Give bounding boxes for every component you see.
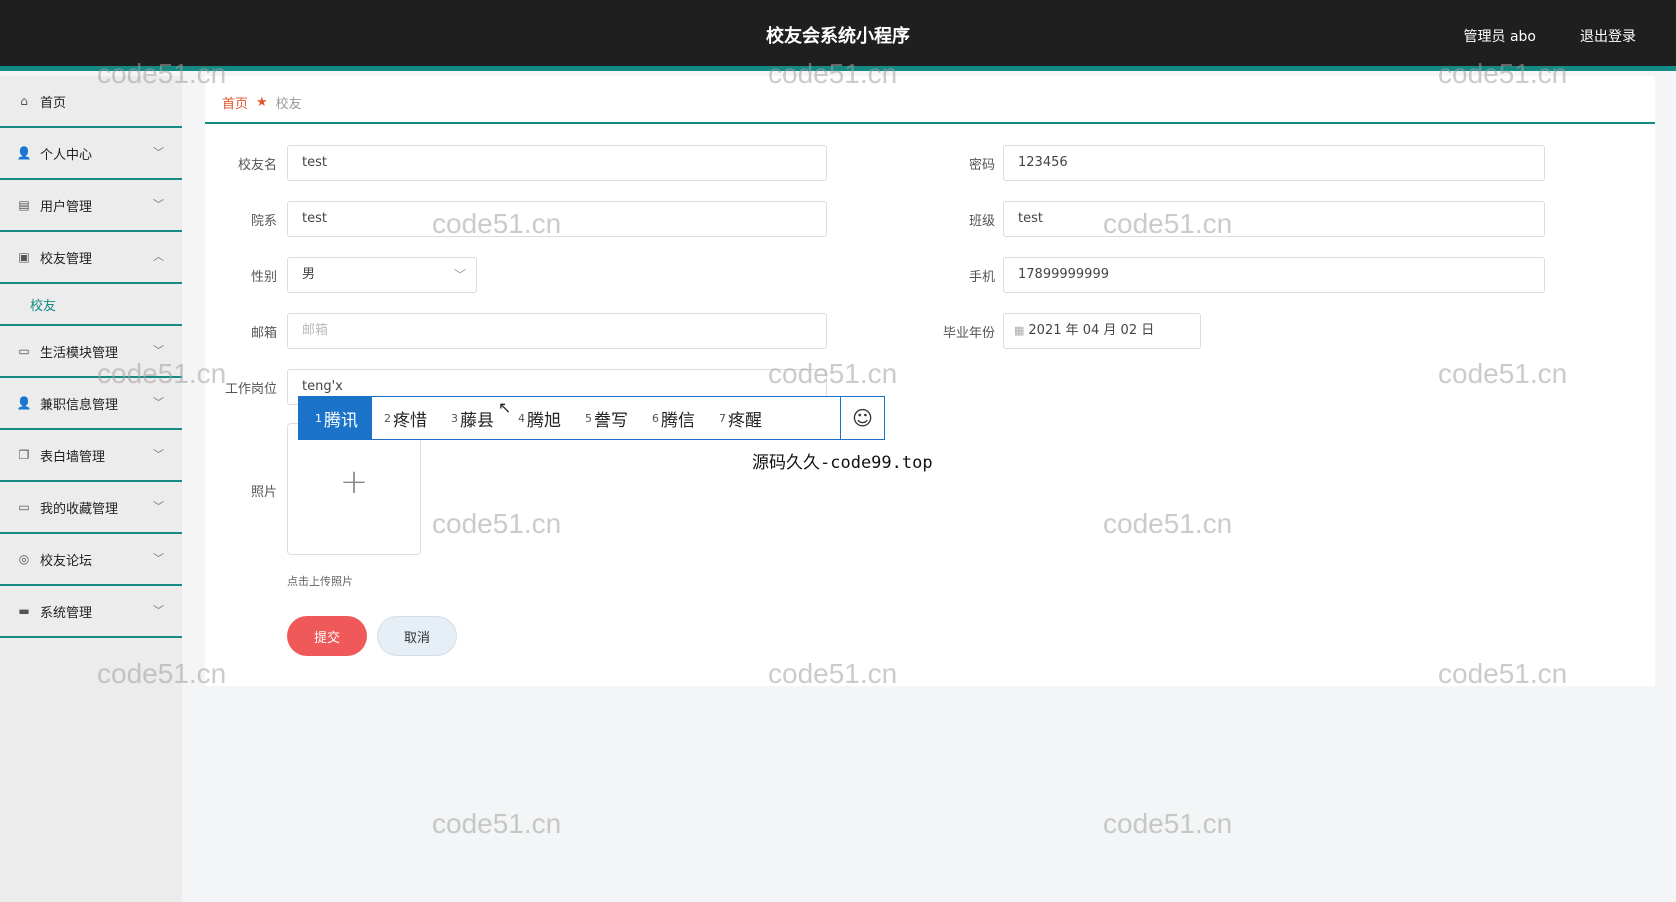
chevron-down-icon: ﹀ <box>153 344 164 357</box>
ime-candidate[interactable]: 5 誊写 <box>573 397 640 439</box>
clipboard-icon: ▣ <box>18 250 30 264</box>
ime-candidate[interactable]: 2 疼惜 <box>372 397 439 439</box>
calendar-icon: ▦ <box>1014 324 1025 337</box>
chevron-down-icon: ﹀ <box>153 198 164 211</box>
sidebar-subitem-alumni[interactable]: 校友 <box>0 284 182 326</box>
name-input[interactable]: test <box>287 145 827 181</box>
emoji-icon[interactable]: ☺ <box>840 397 884 439</box>
ime-candidate[interactable]: 1 腾讯 <box>299 397 372 439</box>
ime-candidate[interactable]: 3 藤县 <box>439 397 506 439</box>
photo-upload[interactable]: + <box>287 423 421 555</box>
gender-value: 男 <box>302 267 316 282</box>
user-info: 管理员 abo <box>1463 29 1536 45</box>
ime-candidate[interactable]: 7 疼醒 <box>707 397 774 439</box>
cancel-button[interactable]: 取消 <box>377 616 457 656</box>
breadcrumb: 首页 ★ 校友 <box>222 93 302 112</box>
message-icon: ▭ <box>18 500 30 514</box>
chevron-down-icon: ﹀ <box>153 604 164 617</box>
card-icon: ▭ <box>18 344 30 358</box>
breadcrumb-current: 校友 <box>275 97 302 112</box>
main-panel: 首页 ★ 校友 校友名 test 密码 123456 院系 test 班级 te… <box>205 76 1655 686</box>
phone-label: 手机 <box>968 270 995 285</box>
mouse-cursor-icon: ↖ <box>498 398 512 417</box>
sidebar-item-label: 系统管理 <box>40 605 93 621</box>
department-label: 院系 <box>250 214 277 229</box>
watermark: code51.cn <box>432 808 562 839</box>
sidebar-item-alumni-forum[interactable]: ◎ 校友论坛 ﹀ <box>0 534 182 586</box>
sidebar-item-part-time-jobs[interactable]: 👤 兼职信息管理 ﹀ <box>0 378 182 430</box>
chevron-up-icon: ︿ <box>153 250 164 263</box>
overlay-caption: 源码久久-code99.top <box>752 453 933 473</box>
top-bar: 校友会系统小程序 管理员 abo 退出登录 <box>0 0 1676 71</box>
graduation-date-picker[interactable]: ▦ 2021 年 04 月 02 日 <box>1003 313 1201 349</box>
sidebar-item-label: 个人中心 <box>40 147 93 163</box>
sidebar-item-system-management[interactable]: ▬ 系统管理 ﹀ <box>0 586 182 638</box>
ime-candidate[interactable]: 4 腾旭 <box>506 397 573 439</box>
job-label: 工作岗位 <box>224 382 277 397</box>
gender-select[interactable]: 男 ﹀ <box>287 257 477 293</box>
chevron-down-icon: ﹀ <box>153 500 164 513</box>
user-icon: 👤 <box>16 396 32 410</box>
copy-icon: ❐ <box>18 448 30 462</box>
briefcase-icon: ▤ <box>18 198 30 212</box>
name-label: 校友名 <box>237 158 277 173</box>
breadcrumb-home[interactable]: 首页 <box>222 93 248 112</box>
gender-label: 性别 <box>250 270 277 285</box>
logout-button[interactable]: 退出登录 <box>1580 26 1636 46</box>
sidebar-item-alumni-management[interactable]: ▣ 校友管理 ︿ <box>0 232 182 284</box>
sidebar-item-user-management[interactable]: ▤ 用户管理 ﹀ <box>0 180 182 232</box>
app-title: 校友会系统小程序 <box>766 26 910 47</box>
sidebar: ⌂ 首页 👤 个人中心 ﹀ ▤ 用户管理 ﹀ ▣ 校友管理 ︿ 校友 ▭ 生活模块管理 ﹀ 👤 兼职… <box>0 76 182 902</box>
ime-candidate[interactable]: 6 腾信 <box>640 397 707 439</box>
upload-hint: 点击上传照片 <box>287 575 353 588</box>
chevron-down-icon: ﹀ <box>153 396 164 409</box>
class-input[interactable]: test <box>1003 201 1545 237</box>
photo-label: 照片 <box>250 485 277 500</box>
home-icon: ⌂ <box>20 94 28 108</box>
sidebar-item-label: 我的收藏管理 <box>40 501 119 517</box>
sidebar-item-confession-wall[interactable]: ❐ 表白墙管理 ﹀ <box>0 430 182 482</box>
sidebar-item-label: 兼职信息管理 <box>40 397 119 413</box>
password-input[interactable]: 123456 <box>1003 145 1545 181</box>
sidebar-item-life-module[interactable]: ▭ 生活模块管理 ﹀ <box>0 326 182 378</box>
chevron-down-icon: ﹀ <box>153 146 164 159</box>
sidebar-item-personal-center[interactable]: 👤 个人中心 ﹀ <box>0 128 182 180</box>
chevron-down-icon: ﹀ <box>153 552 164 565</box>
settings-icon: ▬ <box>18 604 30 618</box>
sidebar-item-label: 表白墙管理 <box>40 449 106 465</box>
watermark: code51.cn <box>1103 808 1233 839</box>
submit-button[interactable]: 提交 <box>287 616 367 656</box>
ime-candidate-bar: 1 腾讯 2 疼惜 3 藤县 4 腾旭 5 誊写 6 腾信 7 疼醒 ☺ <box>298 396 885 440</box>
plus-icon: + <box>339 462 369 502</box>
breadcrumb-divider <box>205 122 1655 124</box>
sidebar-item-label: 校友论坛 <box>40 553 93 569</box>
class-label: 班级 <box>968 214 995 229</box>
sidebar-item-label: 校友管理 <box>40 251 93 267</box>
user-icon: 👤 <box>16 146 32 160</box>
department-input[interactable]: test <box>287 201 827 237</box>
sidebar-item-label: 用户管理 <box>40 199 93 215</box>
phone-input[interactable]: 17899999999 <box>1003 257 1545 293</box>
sidebar-item-favorites[interactable]: ▭ 我的收藏管理 ﹀ <box>0 482 182 534</box>
graduation-year-label: 毕业年份 <box>942 326 995 341</box>
chevron-down-icon: ﹀ <box>153 448 164 461</box>
sidebar-item-label: 生活模块管理 <box>40 345 119 361</box>
globe-icon: ◎ <box>18 552 30 566</box>
email-label: 邮箱 <box>250 326 277 341</box>
sidebar-item-label: 首页 <box>40 95 67 111</box>
star-icon: ★ <box>256 95 268 110</box>
graduation-date-value: 2021 年 04 月 02 日 <box>1028 323 1155 338</box>
password-label: 密码 <box>968 158 995 173</box>
sidebar-item-home[interactable]: ⌂ 首页 <box>0 76 182 128</box>
email-field[interactable]: 邮箱 <box>287 313 827 349</box>
chevron-down-icon: ﹀ <box>453 268 466 282</box>
